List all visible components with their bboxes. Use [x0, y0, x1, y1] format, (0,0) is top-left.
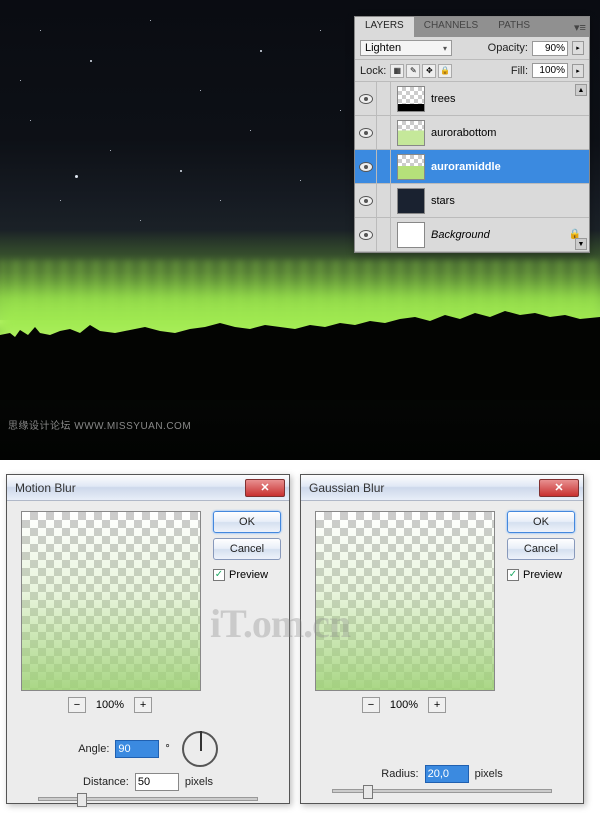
layer-row[interactable]: trees	[355, 82, 589, 116]
blend-mode-dropdown[interactable]: Lighten▾	[360, 40, 452, 56]
dialog-title: Motion Blur	[7, 481, 76, 495]
radius-label: Radius:	[381, 768, 418, 780]
layers-list: ▲ trees aurorabottom auroramiddle stars …	[355, 82, 589, 252]
panel-tabs: LAYERS CHANNELS PATHS ▾≡	[355, 17, 589, 37]
scroll-up-icon[interactable]: ▲	[575, 84, 587, 96]
layer-row[interactable]: Background🔒	[355, 218, 589, 252]
zoom-level: 100%	[96, 699, 124, 711]
visibility-toggle[interactable]	[355, 184, 377, 218]
ok-button[interactable]: OK	[507, 511, 575, 533]
distance-unit: pixels	[185, 776, 213, 788]
eye-icon	[359, 162, 373, 172]
radius-unit: pixels	[475, 768, 503, 780]
visibility-toggle[interactable]	[355, 218, 377, 252]
layer-row[interactable]: stars	[355, 184, 589, 218]
dialog-title: Gaussian Blur	[301, 481, 384, 495]
visibility-toggle[interactable]	[355, 116, 377, 150]
opacity-label: Opacity:	[488, 42, 528, 54]
zoom-out-button[interactable]: −	[362, 697, 380, 713]
lock-all-icon[interactable]: 🔒	[438, 64, 452, 78]
ok-button[interactable]: OK	[213, 511, 281, 533]
tab-layers[interactable]: LAYERS	[355, 17, 414, 37]
ground	[0, 340, 600, 400]
motion-blur-dialog: Motion Blur ✕ − 100% + OK Cancel ✓ Previe…	[6, 474, 290, 804]
dialog-titlebar[interactable]: Gaussian Blur ✕	[301, 475, 583, 501]
tab-channels[interactable]: CHANNELS	[414, 17, 488, 37]
eye-icon	[359, 230, 373, 240]
preview-checkbox[interactable]: ✓	[213, 569, 225, 581]
lock-position-icon[interactable]: ✥	[422, 64, 436, 78]
layer-thumbnail[interactable]	[397, 222, 425, 248]
layer-thumbnail[interactable]	[397, 86, 425, 112]
gaussian-blur-dialog: Gaussian Blur ✕ − 100% + OK Cancel ✓ Prev…	[300, 474, 584, 804]
close-icon: ✕	[554, 481, 563, 494]
canvas-watermark: 思缘设计论坛 WWW.MISSYUAN.COM	[8, 417, 191, 432]
zoom-out-button[interactable]: −	[68, 697, 86, 713]
tree-silhouette	[0, 305, 600, 345]
layers-panel: LAYERS CHANNELS PATHS ▾≡ Lighten▾ Opacit…	[354, 16, 590, 253]
preview-box[interactable]	[315, 511, 495, 691]
radius-slider[interactable]	[332, 789, 552, 793]
cancel-button[interactable]: Cancel	[213, 538, 281, 560]
angle-input[interactable]	[115, 740, 159, 758]
preview-box[interactable]	[21, 511, 201, 691]
layer-thumbnail[interactable]	[397, 154, 425, 180]
eye-icon	[359, 196, 373, 206]
tab-paths[interactable]: PATHS	[488, 17, 540, 37]
zoom-level: 100%	[390, 699, 418, 711]
lock-label: Lock:	[360, 65, 386, 77]
lock-pixels-icon[interactable]: ✎	[406, 64, 420, 78]
opacity-flyout-icon[interactable]: ▸	[572, 41, 584, 55]
close-icon: ✕	[260, 481, 269, 494]
radius-input[interactable]	[425, 765, 469, 783]
layer-thumbnail[interactable]	[397, 120, 425, 146]
dialog-titlebar[interactable]: Motion Blur ✕	[7, 475, 289, 501]
chevron-down-icon: ▾	[443, 44, 447, 53]
panel-menu-icon[interactable]: ▾≡	[571, 17, 589, 37]
visibility-toggle[interactable]	[355, 82, 377, 116]
eye-icon	[359, 94, 373, 104]
preview-label: Preview	[523, 569, 562, 581]
close-button[interactable]: ✕	[245, 479, 285, 497]
layer-thumbnail[interactable]	[397, 188, 425, 214]
layer-row-selected[interactable]: auroramiddle	[355, 150, 589, 184]
close-button[interactable]: ✕	[539, 479, 579, 497]
preview-checkbox[interactable]: ✓	[507, 569, 519, 581]
preview-label: Preview	[229, 569, 268, 581]
visibility-toggle[interactable]	[355, 150, 377, 184]
angle-label: Angle:	[78, 743, 109, 755]
eye-icon	[359, 128, 373, 138]
distance-input[interactable]	[135, 773, 179, 791]
fill-flyout-icon[interactable]: ▸	[572, 64, 584, 78]
cancel-button[interactable]: Cancel	[507, 538, 575, 560]
opacity-input[interactable]	[532, 41, 568, 56]
zoom-in-button[interactable]: +	[428, 697, 446, 713]
fill-input[interactable]	[532, 63, 568, 78]
lock-transparency-icon[interactable]: ▦	[390, 64, 404, 78]
degree-symbol: °	[165, 743, 169, 755]
zoom-in-button[interactable]: +	[134, 697, 152, 713]
distance-label: Distance:	[83, 776, 129, 788]
layer-row[interactable]: aurorabottom	[355, 116, 589, 150]
fill-label: Fill:	[511, 65, 528, 77]
angle-dial[interactable]	[182, 731, 218, 767]
scroll-down-icon[interactable]: ▼	[575, 238, 587, 250]
distance-slider[interactable]	[38, 797, 258, 801]
